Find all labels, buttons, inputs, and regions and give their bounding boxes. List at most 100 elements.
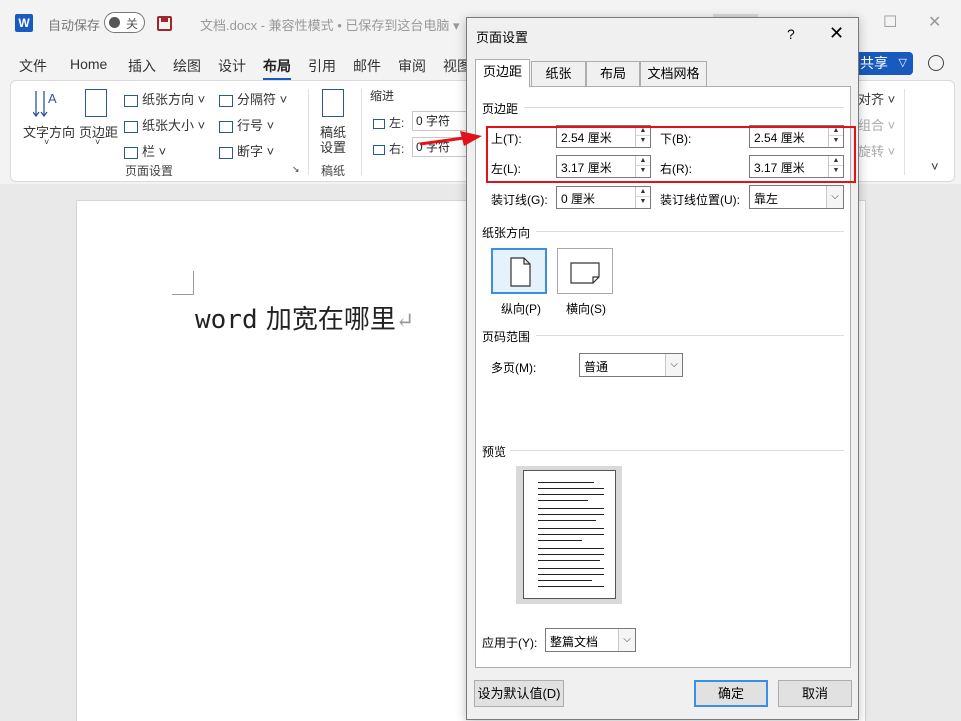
chevron-down-icon[interactable]: ˅ bbox=[95, 137, 100, 147]
hyphenation-icon bbox=[219, 146, 233, 159]
portrait-page-icon bbox=[510, 257, 531, 287]
draft-paper-line2[interactable]: 设置 bbox=[320, 137, 346, 156]
menu-review[interactable]: 审阅 bbox=[398, 56, 426, 76]
menu-draw[interactable]: 绘图 bbox=[173, 56, 201, 76]
menu-file[interactable]: 文件 bbox=[19, 56, 47, 76]
chevron-down-icon[interactable]: ⌵ bbox=[665, 354, 682, 376]
spinner: ▲ ▼ bbox=[635, 126, 650, 147]
spin-up-icon[interactable]: ▲ bbox=[636, 187, 650, 197]
window-close-icon[interactable]: ✕ bbox=[928, 12, 941, 32]
menu-design[interactable]: 设计 bbox=[218, 56, 246, 76]
tab-margins[interactable]: 页边距 bbox=[475, 59, 530, 87]
bottom-margin-value: 2.54 厘米 bbox=[754, 131, 805, 145]
size-button[interactable]: 纸张大小 ˅ bbox=[124, 115, 205, 134]
ok-button[interactable]: 确定 bbox=[694, 680, 768, 707]
margins-icon bbox=[85, 89, 107, 117]
preview-line bbox=[538, 568, 604, 569]
menu-mailings[interactable]: 邮件 bbox=[353, 56, 381, 76]
maximize-icon[interactable]: ☐ bbox=[883, 12, 897, 32]
document-text[interactable]: word 加宽在哪里↵ bbox=[195, 299, 414, 336]
chevron-down-icon[interactable]: ⌵ bbox=[826, 186, 843, 208]
right-margin-input[interactable]: 3.17 厘米 ▲ ▼ bbox=[749, 155, 844, 178]
chevron-down-icon[interactable]: ⌵ bbox=[618, 629, 635, 651]
preview-line bbox=[538, 580, 592, 581]
share-button[interactable]: 共享 ▽ bbox=[853, 52, 913, 75]
indent-right-input[interactable]: 0 字符 bbox=[412, 137, 472, 157]
landscape-option[interactable] bbox=[557, 248, 613, 294]
left-margin-label: 左(L): bbox=[491, 162, 522, 176]
spin-down-icon[interactable]: ▼ bbox=[636, 136, 650, 146]
multiple-pages-value: 普通 bbox=[584, 360, 609, 374]
preview-line bbox=[538, 554, 604, 555]
breaks-label: 分隔符 ˅ bbox=[237, 92, 288, 107]
spin-up-icon[interactable]: ▲ bbox=[829, 126, 843, 136]
breaks-button[interactable]: 分隔符 ˅ bbox=[219, 89, 287, 108]
indent-left-input[interactable]: 0 字符 bbox=[412, 111, 472, 131]
columns-button[interactable]: 栏 ˅ bbox=[124, 141, 166, 160]
indent-right-icon bbox=[373, 144, 385, 155]
tab-document-grid[interactable]: 文档网格 bbox=[640, 61, 707, 86]
spin-up-icon[interactable]: ▲ bbox=[829, 156, 843, 166]
preview-line bbox=[538, 500, 588, 501]
group-button[interactable]: 组合 ˅ bbox=[858, 115, 895, 134]
align-button[interactable]: 对齐 ˅ bbox=[858, 89, 895, 108]
preview-line bbox=[538, 560, 600, 561]
draft-group-label: 稿纸 bbox=[321, 164, 346, 178]
spin-up-icon[interactable]: ▲ bbox=[636, 156, 650, 166]
size-label: 纸张大小 ˅ bbox=[142, 118, 206, 133]
orientation-label: 纸张方向 ˅ bbox=[142, 92, 206, 107]
portrait-label[interactable]: 纵向(P) bbox=[501, 300, 541, 317]
menu-layout[interactable]: 布局 bbox=[263, 56, 291, 81]
set-default-button[interactable]: 设为默认值(D) bbox=[474, 680, 564, 707]
tab-layout[interactable]: 布局 bbox=[586, 61, 640, 86]
preview-line bbox=[538, 540, 582, 541]
apply-to-select[interactable]: 整篇文档 ⌵ bbox=[545, 628, 636, 652]
left-margin-input[interactable]: 3.17 厘米 ▲ ▼ bbox=[556, 155, 651, 178]
multiple-pages-select[interactable]: 普通 ⌵ bbox=[579, 353, 683, 377]
landscape-label[interactable]: 横向(S) bbox=[566, 300, 606, 317]
preview-page bbox=[523, 470, 616, 599]
dialog-launcher-icon[interactable]: ↘ bbox=[292, 164, 300, 175]
portrait-option[interactable] bbox=[491, 248, 547, 294]
line-numbers-button[interactable]: 行号 ˅ bbox=[219, 115, 274, 134]
right-margin-value: 3.17 厘米 bbox=[754, 161, 805, 175]
apply-to-value: 整篇文档 bbox=[550, 635, 599, 649]
menu-references[interactable]: 引用 bbox=[308, 56, 336, 76]
separator bbox=[904, 89, 905, 175]
rotate-button[interactable]: 旋转 ˅ bbox=[858, 141, 895, 160]
spin-down-icon[interactable]: ▼ bbox=[636, 197, 650, 207]
preview-line bbox=[538, 534, 604, 535]
top-margin-input[interactable]: 2.54 厘米 ▲ ▼ bbox=[556, 125, 651, 148]
close-icon[interactable]: ✕ bbox=[829, 23, 844, 44]
right-margin-label: 右(R): bbox=[660, 162, 692, 176]
person-icon[interactable] bbox=[928, 55, 944, 71]
text-direction-icon: A bbox=[32, 89, 59, 119]
gutter-input[interactable]: 0 厘米 ▲ ▼ bbox=[556, 186, 651, 209]
tab-paper[interactable]: 纸张 bbox=[531, 61, 586, 86]
spin-down-icon[interactable]: ▼ bbox=[829, 166, 843, 176]
line-numbers-icon bbox=[219, 120, 233, 133]
gutter-label: 装订线(G): bbox=[491, 193, 548, 207]
chevron-down-icon[interactable]: ˅ bbox=[44, 137, 49, 147]
preview-section-label: 预览 bbox=[482, 445, 507, 459]
gutter-position-select[interactable]: 靠左 ⌵ bbox=[749, 185, 844, 209]
spin-down-icon[interactable]: ▼ bbox=[636, 166, 650, 176]
orientation-button[interactable]: 纸张方向 ˅ bbox=[124, 89, 205, 108]
indent-left-label: 左: bbox=[373, 114, 404, 131]
menu-home[interactable]: Home bbox=[70, 56, 107, 72]
svg-text:A: A bbox=[48, 91, 57, 106]
save-icon[interactable] bbox=[157, 16, 172, 31]
collapse-ribbon-icon[interactable]: ˅ bbox=[931, 159, 939, 174]
spin-up-icon[interactable]: ▲ bbox=[636, 126, 650, 136]
menu-insert[interactable]: 插入 bbox=[128, 56, 156, 76]
spin-down-icon[interactable]: ▼ bbox=[829, 136, 843, 146]
cancel-button[interactable]: 取消 bbox=[778, 680, 852, 707]
draft-paper-icon bbox=[322, 89, 344, 117]
hyphenation-button[interactable]: 断字 ˅ bbox=[219, 141, 274, 160]
spinner: ▲ ▼ bbox=[635, 187, 650, 208]
bottom-margin-input[interactable]: 2.54 厘米 ▲ ▼ bbox=[749, 125, 844, 148]
toggle-knob-icon bbox=[109, 17, 120, 28]
section-divider bbox=[536, 231, 844, 232]
autosave-toggle[interactable]: 关 bbox=[104, 12, 145, 33]
help-icon[interactable]: ? bbox=[787, 26, 795, 42]
